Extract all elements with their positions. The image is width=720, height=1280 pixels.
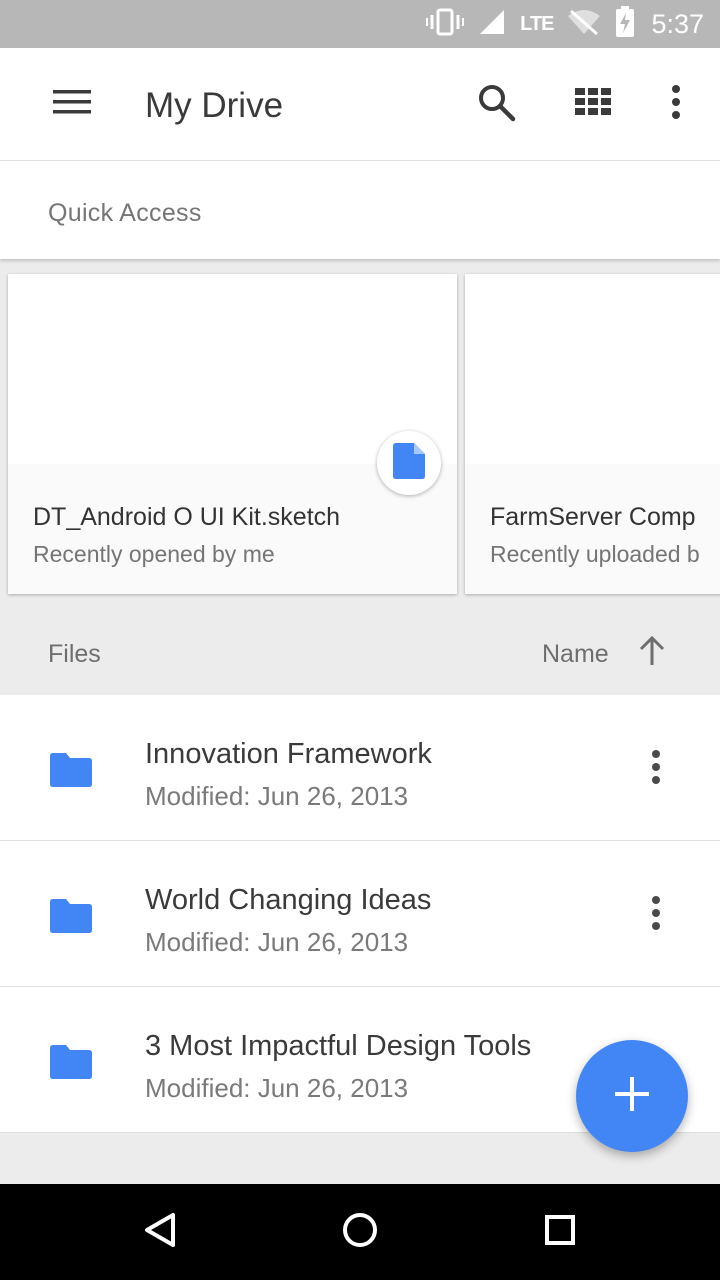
home-icon — [342, 1212, 378, 1253]
doc-icon — [393, 442, 425, 484]
grid-view-icon — [575, 87, 611, 121]
vibrate-icon — [426, 8, 465, 41]
menu-button[interactable] — [44, 80, 100, 128]
home-button[interactable] — [336, 1208, 384, 1256]
card-thumbnail — [465, 274, 720, 464]
card-thumbnail — [8, 274, 457, 464]
file-type-badge — [377, 431, 441, 495]
add-button[interactable] — [576, 1040, 688, 1152]
folder-icon — [50, 1045, 92, 1084]
file-row[interactable]: World Changing Ideas Modified: Jun 26, 2… — [0, 841, 720, 987]
more-vert-icon — [671, 84, 681, 124]
sort-button[interactable] — [636, 635, 668, 671]
file-name: World Changing Ideas — [145, 884, 432, 916]
card-subtitle: Recently opened by me — [33, 541, 275, 567]
quick-access-header: Quick Access — [0, 161, 720, 259]
file-modified: Modified: Jun 26, 2013 — [145, 927, 409, 957]
add-icon — [615, 1076, 649, 1116]
file-more-button[interactable] — [632, 745, 680, 793]
file-name: Innovation Framework — [145, 738, 432, 770]
page-title: My Drive — [145, 86, 284, 125]
back-button[interactable] — [136, 1208, 184, 1256]
quick-access-strip[interactable]: DT_Android O UI Kit.sketch Recently open… — [0, 259, 720, 617]
signal-icon — [478, 8, 506, 41]
status-icons: LTE 5:37 — [426, 0, 704, 48]
app-bar: My Drive — [0, 48, 720, 161]
folder-icon — [50, 899, 92, 938]
files-header: Files Name — [0, 617, 720, 695]
network-type: LTE — [520, 12, 554, 35]
grid-view-button[interactable] — [569, 80, 617, 128]
arrow-up-icon — [638, 635, 666, 671]
recents-icon — [544, 1214, 576, 1251]
folder-icon — [50, 753, 92, 792]
quick-access-card[interactable]: FarmServer Comp Recently uploaded b — [465, 274, 720, 594]
navigation-bar — [0, 1184, 720, 1280]
status-bar: LTE 5:37 — [0, 0, 720, 48]
quick-access-label: Quick Access — [48, 199, 202, 227]
back-icon — [143, 1212, 177, 1253]
clock: 5:37 — [651, 8, 704, 39]
more-options-button[interactable] — [652, 80, 700, 128]
battery-charging-icon — [615, 5, 635, 43]
sort-label[interactable]: Name — [542, 640, 609, 669]
wifi-off-icon — [567, 8, 601, 41]
file-modified: Modified: Jun 26, 2013 — [145, 1073, 409, 1103]
more-vert-icon — [651, 895, 661, 935]
file-more-button[interactable] — [632, 891, 680, 939]
search-icon — [476, 82, 516, 127]
card-title: FarmServer Comp — [490, 503, 696, 531]
files-label: Files — [48, 640, 101, 668]
search-button[interactable] — [472, 80, 520, 128]
more-vert-icon — [651, 749, 661, 789]
quick-access-card[interactable]: DT_Android O UI Kit.sketch Recently open… — [8, 274, 457, 594]
card-title: DT_Android O UI Kit.sketch — [33, 503, 341, 531]
file-row[interactable]: Innovation Framework Modified: Jun 26, 2… — [0, 695, 720, 841]
file-name: 3 Most Impactful Design Tools — [145, 1030, 532, 1062]
recents-button[interactable] — [536, 1208, 584, 1256]
card-subtitle: Recently uploaded b — [490, 541, 700, 567]
file-modified: Modified: Jun 26, 2013 — [145, 781, 409, 811]
menu-icon — [53, 88, 91, 121]
